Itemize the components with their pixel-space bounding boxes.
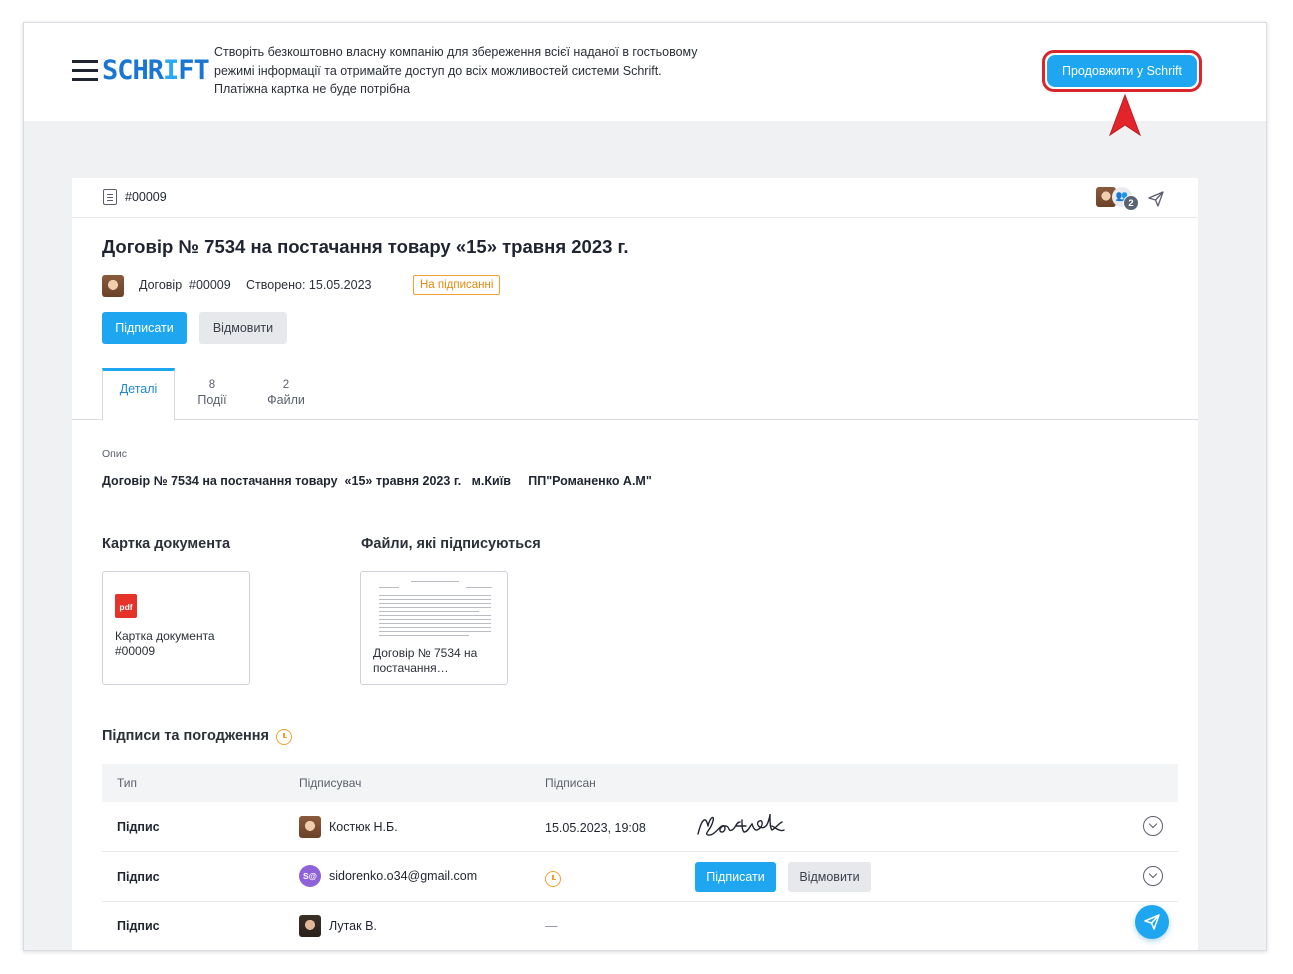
avatar[interactable] — [102, 275, 124, 297]
reject-button[interactable]: Відмовити — [199, 312, 287, 344]
promo-line: Платіжна картка не буде потрібна — [214, 82, 411, 96]
expand-row-chevron-icon[interactable] — [1143, 866, 1163, 886]
description-label: Опис — [102, 448, 127, 460]
send-fab-button[interactable] — [1135, 905, 1169, 939]
row-signed-date: — — [545, 919, 558, 933]
send-icon[interactable] — [1147, 190, 1165, 208]
pointer-arrow-icon — [1108, 93, 1142, 137]
tabs: Деталі 8 Події 2 Файли — [72, 368, 1198, 421]
column-signer: Підписувач — [299, 776, 362, 790]
pending-clock-icon — [545, 871, 561, 887]
table-row: Підпис S@ sidorenko.o34@gmail.com Підпис… — [102, 852, 1178, 902]
status-badge: На підписанні — [413, 275, 501, 295]
pdf-icon: pdf — [115, 594, 137, 618]
row-reject-button[interactable]: Відмовити — [788, 862, 871, 892]
row-type: Підпис — [117, 870, 160, 884]
document-header: #00009 👥 2 — [72, 178, 1198, 218]
file-caption: Картка документа #00009 — [115, 629, 215, 658]
handwritten-signature — [692, 808, 792, 844]
document-type: Договір — [139, 278, 183, 292]
tab-files[interactable]: 2 Файли — [254, 368, 318, 420]
signed-files-title: Файли, які підписуються — [361, 536, 541, 552]
row-signer: sidorenko.o34@gmail.com — [329, 869, 478, 883]
description-text: Договір № 7534 на постачання товару «15»… — [102, 474, 652, 488]
tab-events[interactable]: 8 Події — [182, 368, 242, 420]
promo-line: Створіть безкоштовно власну компанію для… — [214, 45, 698, 59]
table-row: Підпис Костюк Н.Б. 15.05.2023, 19:08 — [102, 802, 1178, 852]
row-type: Підпис — [117, 919, 160, 933]
signed-file[interactable]: Договір № 7534 на постачання… — [360, 571, 508, 685]
promo-line: режимі інформації та отримайте доступ до… — [214, 63, 662, 78]
document-card: #00009 👥 2 Договір № 7534 на постачання … — [72, 178, 1198, 950]
document-card-title: Картка документа — [102, 536, 231, 552]
guest-banner: SCHRIFT Створіть безкоштовно власну комп… — [24, 23, 1266, 121]
avatar: S@ — [299, 865, 321, 887]
participants-count: 2 — [1123, 195, 1139, 211]
document-card-file[interactable]: pdf Картка документа #00009 — [102, 571, 250, 685]
promo-text: Створіть безкоштовно власну компанію для… — [214, 43, 774, 99]
created-date: Створено: 15.05.2023 — [246, 278, 372, 292]
sign-button[interactable]: Підписати — [102, 312, 187, 344]
signatures-title: Підписи та погодження — [102, 728, 269, 744]
page-title: Договір № 7534 на постачання товару «15»… — [102, 236, 629, 257]
row-signer: Костюк Н.Б. — [329, 820, 398, 834]
tab-details[interactable]: Деталі — [102, 368, 175, 421]
column-type: Тип — [117, 776, 138, 790]
document-thumbnail — [371, 578, 499, 646]
row-sign-button[interactable]: Підписати — [695, 862, 776, 892]
file-caption: Договір № 7534 на постачання… — [373, 646, 478, 675]
table-header: Тип Підписувач Підписан — [102, 764, 1178, 802]
expand-row-chevron-icon[interactable] — [1143, 816, 1163, 836]
row-signed-date: 15.05.2023, 19:08 — [545, 821, 646, 835]
row-type: Підпис — [117, 820, 160, 834]
column-signed: Підписан — [545, 776, 596, 790]
avatar — [299, 915, 321, 937]
clock-icon — [276, 729, 292, 745]
document-type-number: #00009 — [189, 278, 231, 292]
schrift-logo[interactable]: SCHRIFT — [102, 54, 210, 88]
app-frame: SCHRIFT Створіть безкоштовно власну комп… — [23, 22, 1267, 951]
send-icon — [1144, 914, 1160, 930]
row-signer: Лутак В. — [329, 919, 377, 933]
table-row: Підпис Лутак В. — — [102, 902, 1178, 950]
document-number: #00009 — [125, 190, 167, 204]
menu-icon[interactable] — [72, 60, 98, 82]
continue-in-schrift-button[interactable]: Продовжити у Schrift — [1047, 55, 1197, 87]
cta-highlight: Продовжити у Schrift — [1042, 50, 1202, 92]
avatar — [299, 816, 321, 838]
document-icon — [103, 189, 117, 205]
